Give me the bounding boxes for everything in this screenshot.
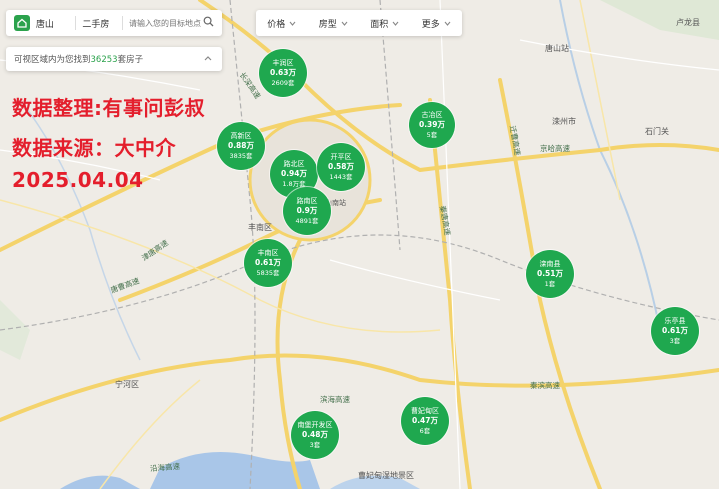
district-price: 0.48万 [301,430,328,439]
district-name: 滦南县 [539,260,561,268]
filter-label: 面积 [370,19,389,30]
filter-label: 房型 [318,19,337,30]
summary-prefix: 可视区域内为您找到 [14,55,91,65]
district-bubble[interactable]: 滦南县 0.51万 1套 [526,250,574,298]
district-price: 0.61万 [661,326,688,335]
district-price: 0.63万 [269,68,296,77]
map-label-place: 石门关 [645,127,669,136]
district-count: 3套 [669,337,681,345]
divider [122,16,123,30]
city-selector[interactable]: 唐山 [36,17,70,30]
home-icon[interactable] [14,15,30,31]
overlay-author: 数据整理:有事问彭叔 [12,96,205,120]
overlay-date: 2025.04.04 [12,168,144,192]
district-name: 南堡开发区 [297,421,333,429]
district-price: 0.94万 [280,169,307,178]
district-name: 路北区 [283,160,305,168]
filter-price[interactable]: 价格 [256,17,308,30]
district-count: 1套 [544,280,556,288]
map-label-town: 滦州市 [552,117,576,126]
search-icon[interactable] [203,16,214,30]
district-price: 0.47万 [411,416,438,425]
district-count: 3套 [309,441,321,449]
map-label-station: 唐山站 [545,44,569,53]
district-count: 5835套 [256,269,280,277]
district-bubble[interactable]: 开平区 0.58万 1443套 [317,143,365,191]
search-bar: 唐山 二手房 [6,10,222,36]
district-count: 2609套 [271,79,295,87]
summary-count: 36253 [90,55,118,65]
map-label-scenic: 曹妃甸湿地景区 [358,471,414,480]
summary-suffix: 套房子 [117,55,144,65]
district-name: 丰南区 [257,249,279,257]
chevron-down-icon [289,21,296,26]
summary-text: 可视区域内为您找到36253套房子 [14,53,143,65]
overlay-source: 数据来源：大中介 [12,136,176,160]
district-bubble[interactable]: 丰润区 0.63万 2609套 [259,49,307,97]
district-bubble[interactable]: 曹妃甸区 0.47万 6套 [401,397,449,445]
divider [75,16,77,30]
map-canvas[interactable] [0,0,719,489]
filter-bar: 价格 房型 面积 更多 [256,10,462,36]
road-label: 京哈高速 [540,144,570,153]
chevron-down-icon [341,21,348,26]
district-name: 路南区 [296,197,318,205]
district-name: 开平区 [330,153,352,161]
map-label-town: 丰南区 [248,223,272,232]
district-bubble[interactable]: 路南区 0.9万 4891套 [283,187,331,235]
district-bubble[interactable]: 南堡开发区 0.48万 3套 [291,411,339,459]
district-price: 0.9万 [296,206,318,215]
road-label: 秦滨高速 [530,381,560,390]
house-type-selector[interactable]: 二手房 [82,17,116,30]
district-name: 乐亭县 [664,317,686,325]
district-price: 0.39万 [418,120,445,129]
district-bubble[interactable]: 丰南区 0.61万 5835套 [244,239,292,287]
district-price: 0.51万 [536,269,563,278]
road-label: 滨海高速 [320,395,350,404]
filter-label: 更多 [421,19,440,30]
map-label-town: 卢龙县 [676,18,700,27]
district-price: 0.88万 [227,141,254,150]
search-input[interactable] [129,18,203,28]
district-price: 0.58万 [327,162,354,171]
district-count: 6套 [419,427,431,435]
district-price: 0.61万 [254,258,281,267]
filter-more[interactable]: 更多 [411,17,463,30]
district-name: 曹妃甸区 [411,407,439,415]
district-count: 3835套 [229,152,253,160]
map-label-town: 宁河区 [115,380,139,389]
district-bubble[interactable]: 乐亭县 0.61万 3套 [651,307,699,355]
district-name: 高新区 [230,132,252,140]
district-count: 1443套 [329,173,353,181]
chevron-down-icon [392,21,399,26]
result-summary: 可视区域内为您找到36253套房子 [6,47,222,71]
district-bubble[interactable]: 古冶区 0.39万 5套 [409,102,455,148]
district-name: 丰润区 [272,59,294,67]
chevron-up-icon[interactable] [204,54,212,64]
filter-layout[interactable]: 房型 [308,17,360,30]
district-count: 5套 [426,131,438,139]
district-bubble[interactable]: 高新区 0.88万 3835套 [217,122,265,170]
filter-label: 价格 [267,19,286,30]
district-name: 古冶区 [421,111,443,119]
district-count: 4891套 [295,217,319,225]
filter-area[interactable]: 面积 [359,17,411,30]
chevron-down-icon [444,21,451,26]
